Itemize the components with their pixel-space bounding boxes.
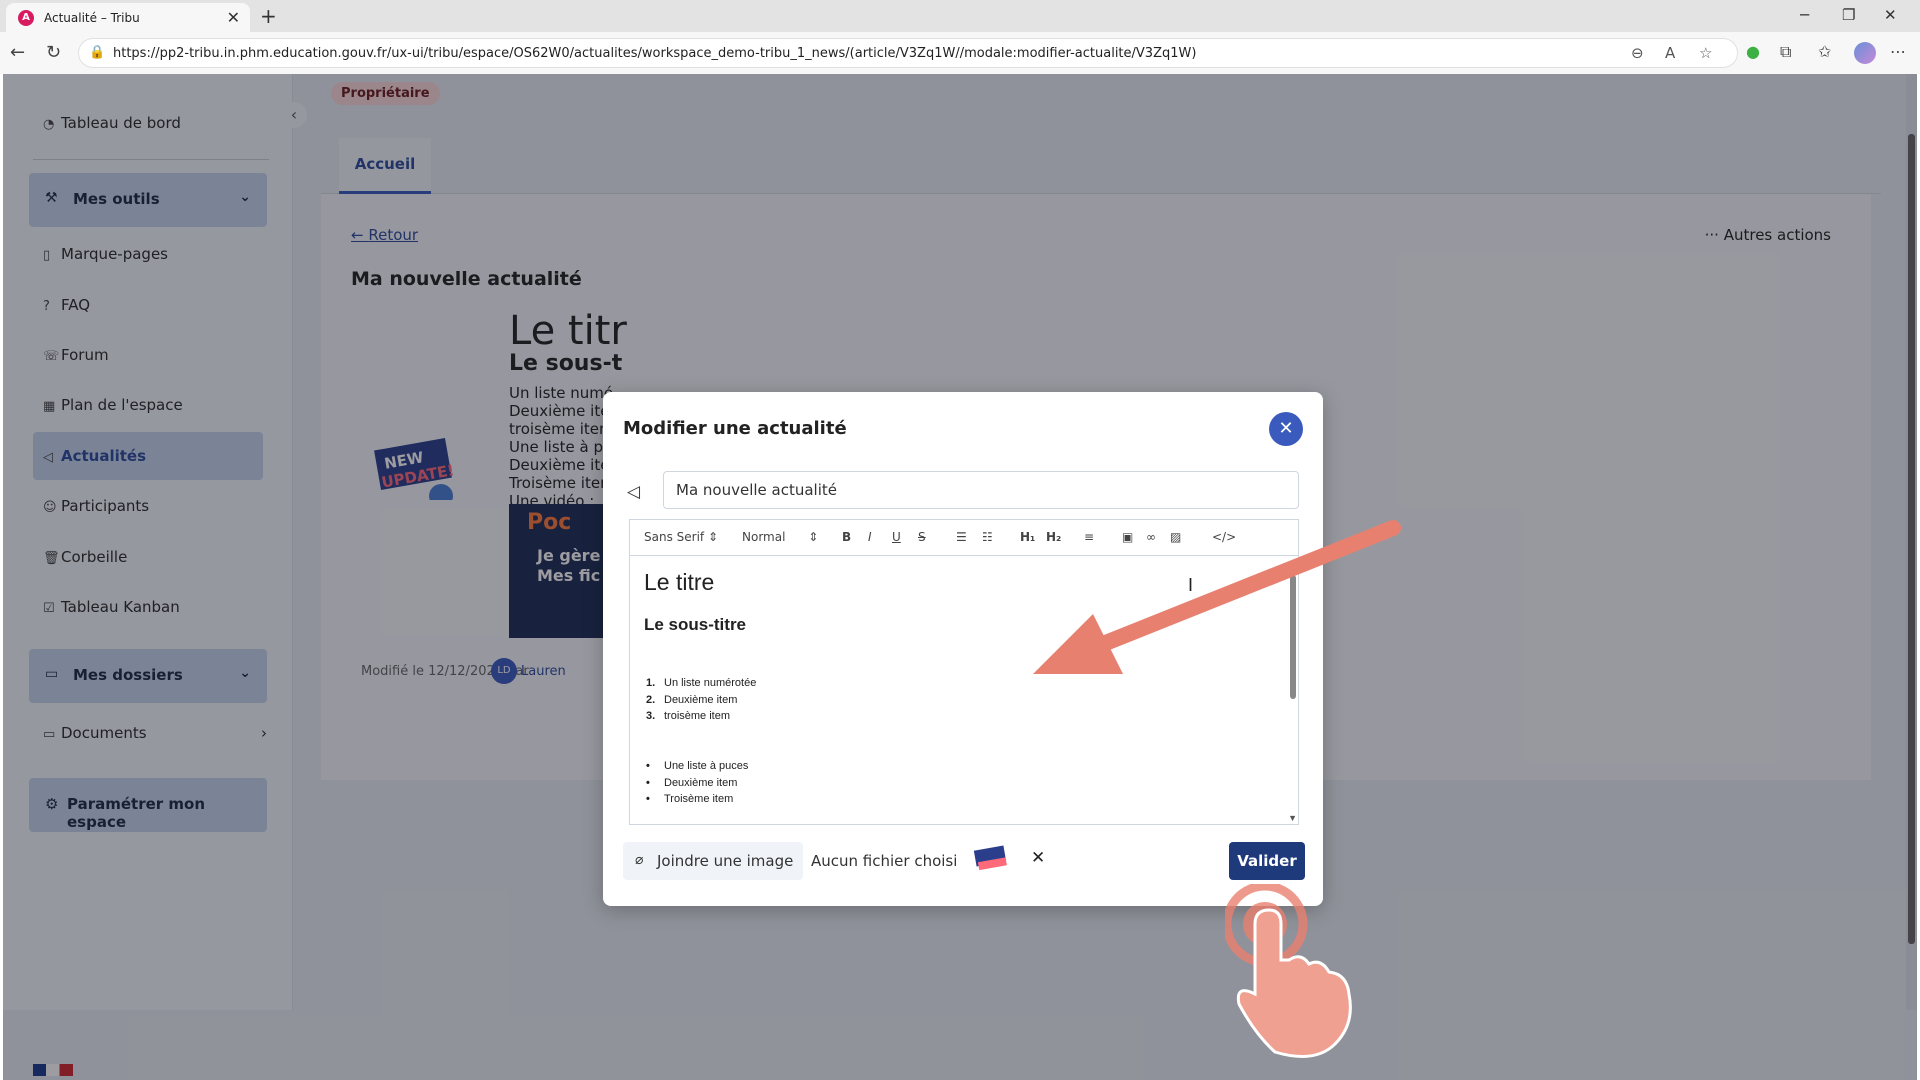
file-status: Aucun fichier choisi — [811, 852, 958, 870]
attached-image-thumbnail — [973, 845, 1007, 871]
modal-footer: ⌀ Joindre une image Aucun fichier choisi… — [603, 832, 1323, 892]
list-text: Deuxième item — [664, 777, 738, 789]
list-number: 1. — [646, 677, 656, 689]
app-favicon-icon: A — [18, 10, 34, 26]
extension-icon[interactable]: ⧉ — [1780, 42, 1791, 62]
ordered-list-item: 2. Deuxième item — [646, 694, 737, 706]
bullet-dot: • — [646, 777, 650, 789]
news-title-input[interactable]: Ma nouvelle actualité — [663, 471, 1299, 509]
read-aloud-icon[interactable]: A — [1665, 44, 1675, 62]
bullet-list-item: • Une liste à puces — [646, 760, 748, 772]
attach-image-button[interactable]: ⌀ Joindre une image — [623, 842, 803, 880]
close-tab-icon[interactable]: ✕ — [227, 8, 240, 27]
modal-title: Modifier une actualité — [623, 418, 847, 439]
zoom-out-icon[interactable]: ⊖ — [1631, 44, 1644, 62]
editor-heading: Le titre — [644, 569, 715, 595]
paperclip-icon: ⌀ — [635, 852, 644, 868]
list-text: troisème item — [664, 710, 731, 722]
size-select[interactable]: Normal ⇕ — [742, 530, 818, 544]
italic-button[interactable]: I — [868, 530, 872, 544]
tap-hand-icon — [1225, 884, 1352, 1058]
editor-subheading: Le sous-titre — [644, 615, 747, 634]
list-text: Un liste numérotée — [664, 677, 757, 689]
url-text[interactable]: https://pp2-tribu.in.phm.education.gouv.… — [113, 46, 1196, 61]
list-text: Deuxième item — [664, 694, 738, 706]
page-viewport: ◔ Tableau de bord ⚒ Mes outils ⌄ ▯ Marque-… — [3, 74, 1917, 1080]
ordered-list-icon[interactable]: ☰ — [956, 530, 967, 544]
font-select[interactable]: Sans Serif ⇕ — [644, 530, 718, 544]
attach-image-label: Joindre une image — [657, 852, 794, 870]
collections-icon[interactable]: ✩ — [1818, 42, 1831, 61]
tab-strip: A Actualité – Tribu ✕ + ─ ❐ ✕ — [0, 0, 1920, 32]
bullet-dot: • — [646, 760, 650, 772]
more-icon[interactable]: ⋯ — [1890, 42, 1906, 61]
close-modal-button[interactable]: ✕ — [1269, 412, 1303, 446]
strike-button[interactable]: S — [918, 530, 926, 544]
close-icon: ✕ — [1278, 418, 1294, 439]
scroll-down-icon[interactable]: ▼ — [1288, 813, 1297, 823]
minimize-icon[interactable]: ─ — [1800, 6, 1809, 24]
list-number: 2. — [646, 694, 656, 706]
close-window-icon[interactable]: ✕ — [1884, 6, 1897, 24]
new-tab-icon[interactable]: + — [260, 4, 277, 28]
bold-button[interactable]: B — [842, 530, 851, 544]
extension-status-icon[interactable]: ● — [1746, 42, 1760, 61]
list-text: Troisème item — [664, 793, 734, 805]
favorite-icon[interactable]: ☆ — [1699, 44, 1712, 62]
lock-icon[interactable]: 🔒 — [89, 45, 105, 60]
list-text: Une liste à puces — [664, 760, 749, 772]
bullet-list-icon[interactable]: ☷ — [982, 530, 993, 544]
underline-button[interactable]: U — [892, 530, 901, 544]
address-row: ← ↻ 🔒 https://pp2-tribu.in.phm.education… — [0, 32, 1920, 74]
ordered-list-item: 1. Un liste numérotée — [646, 677, 756, 689]
restore-icon[interactable]: ❐ — [1842, 6, 1855, 24]
font-select-value: Sans Serif — [644, 530, 705, 544]
remove-file-icon[interactable]: ✕ — [1031, 848, 1045, 868]
bullet-list-item: • Troisème item — [646, 793, 733, 805]
list-number: 3. — [646, 710, 656, 722]
tab-title: Actualité – Tribu — [44, 11, 140, 25]
profile-icon[interactable] — [1854, 42, 1876, 64]
bullet-list-item: • Deuxième item — [646, 777, 737, 789]
size-select-value: Normal — [742, 530, 786, 544]
back-icon[interactable]: ← — [10, 42, 25, 63]
address-bar[interactable]: 🔒 https://pp2-tribu.in.phm.education.gou… — [78, 38, 1738, 68]
browser-tab[interactable]: A Actualité – Tribu ✕ — [6, 3, 250, 32]
megaphone-icon: ◁ — [627, 482, 641, 502]
ordered-list-item: 3. troisème item — [646, 710, 730, 722]
browser-chrome: A Actualité – Tribu ✕ + ─ ❐ ✕ ← ↻ 🔒 http… — [0, 0, 1920, 74]
bullet-dot: • — [646, 793, 650, 805]
validate-button[interactable]: Valider — [1229, 842, 1305, 880]
reload-icon[interactable]: ↻ — [46, 42, 61, 63]
annotation-arrow-icon — [1033, 520, 1401, 674]
